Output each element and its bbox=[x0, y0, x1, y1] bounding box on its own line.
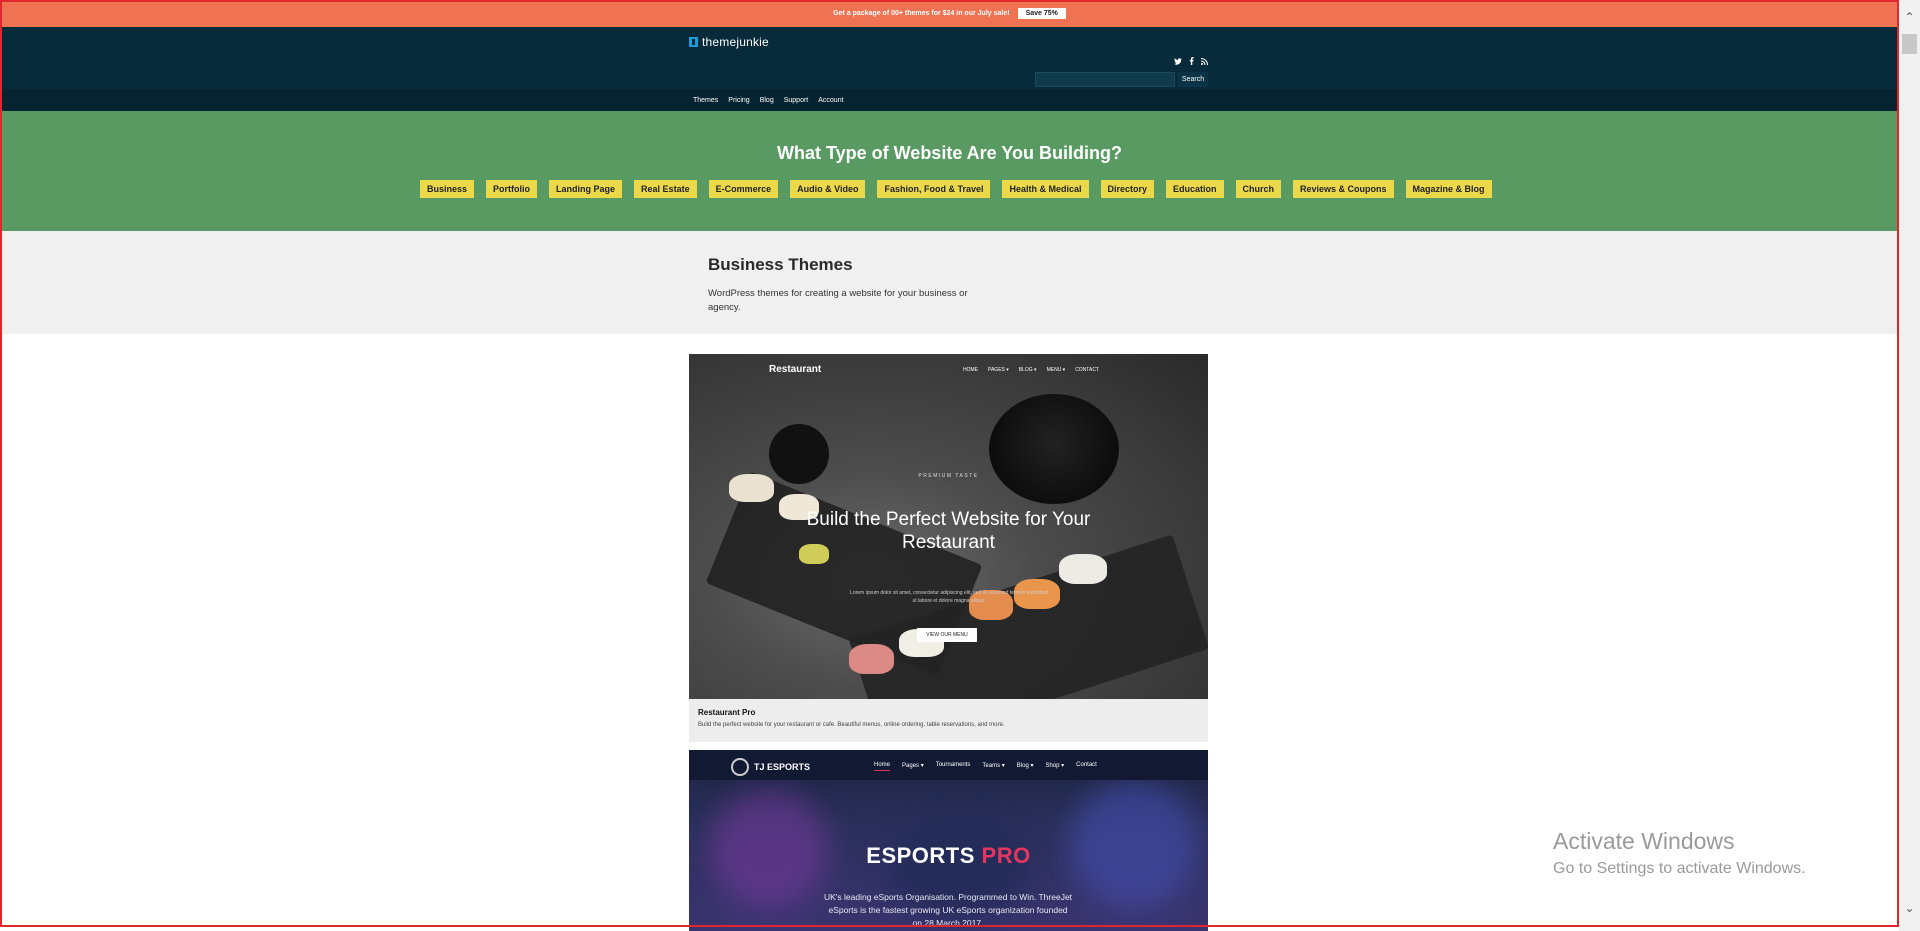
scroll-up-icon[interactable]: ⌃ bbox=[1902, 10, 1917, 25]
theme-preview-image[interactable]: Restaurant HOME PAGES ▾ BLOG ▾ MENU ▾ CO… bbox=[689, 354, 1208, 699]
category-audio-video[interactable]: Audio & Video bbox=[790, 180, 866, 198]
preview-tagline: PREMIUM TASTE bbox=[918, 473, 979, 479]
theme-description: Build the perfect website for your resta… bbox=[698, 722, 1005, 728]
preview-body: UK's leading eSports Organisation. Progr… bbox=[823, 892, 1073, 928]
preview-menu-item: PAGES ▾ bbox=[988, 367, 1009, 373]
preview-menu-item: CONTACT bbox=[1075, 367, 1099, 373]
preview-menu-item: Contact bbox=[1076, 762, 1097, 768]
twitter-icon[interactable] bbox=[1174, 57, 1182, 65]
category-e-commerce[interactable]: E-Commerce bbox=[708, 180, 779, 198]
preview-menu-item: Home bbox=[874, 762, 891, 771]
category-real-estate[interactable]: Real Estate bbox=[634, 180, 697, 198]
site-header: themejunkie Search bbox=[0, 27, 1899, 89]
preview-headline: ESPORTS PRO bbox=[866, 843, 1031, 868]
esports-logo-icon bbox=[731, 758, 749, 776]
nav-item-account[interactable]: Account bbox=[818, 97, 843, 104]
preview-button: VIEW OUR MENU bbox=[917, 628, 977, 642]
preview-logo: Restaurant bbox=[769, 364, 822, 375]
nav-item-themes[interactable]: Themes bbox=[693, 97, 718, 104]
category-magazine-blog[interactable]: Magazine & Blog bbox=[1405, 180, 1492, 198]
windows-activation-subtitle: Go to Settings to activate Windows. bbox=[1553, 860, 1806, 877]
preview-body: Lorem ipsum dolor sit amet, consectetur … bbox=[850, 590, 1048, 604]
logo-mark-icon bbox=[689, 37, 698, 47]
category-church[interactable]: Church bbox=[1235, 180, 1282, 198]
promo-button[interactable]: Save 75% bbox=[1017, 8, 1066, 19]
rss-icon[interactable] bbox=[1200, 57, 1208, 65]
browser-viewport: Get a package of 00+ themes for $24 in o… bbox=[0, 0, 1920, 931]
category-list: Business Portfolio Landing Page Real Est… bbox=[420, 180, 1492, 198]
category-education[interactable]: Education bbox=[1166, 180, 1224, 198]
preview-menu-item: Blog ▾ bbox=[1016, 763, 1034, 769]
category-reviews-coupons[interactable]: Reviews & Coupons bbox=[1293, 180, 1394, 198]
nav-item-support[interactable]: Support bbox=[784, 97, 809, 104]
preview-topbar: TJ ESPORTS Home Pages ▾ Tournaments Team… bbox=[689, 750, 1208, 780]
preview-menu-item: HOME bbox=[963, 367, 978, 373]
preview-topbar: Restaurant HOME PAGES ▾ BLOG ▾ MENU ▾ CO… bbox=[689, 354, 1208, 384]
category-landing-page[interactable]: Landing Page bbox=[549, 180, 623, 198]
preview-menu: HOME PAGES ▾ BLOG ▾ MENU ▾ CONTACT bbox=[963, 367, 1099, 373]
preview-menu-item: Shop ▾ bbox=[1045, 763, 1065, 769]
category-hero: What Type of Website Are You Building? B… bbox=[0, 111, 1899, 231]
facebook-icon[interactable] bbox=[1187, 57, 1195, 65]
main-nav: Themes Pricing Blog Support Account bbox=[0, 89, 1899, 111]
site-logo[interactable]: themejunkie bbox=[689, 35, 769, 49]
category-fashion-food-travel[interactable]: Fashion, Food & Travel bbox=[877, 180, 991, 198]
windows-activation-title: Activate Windows bbox=[1553, 828, 1735, 854]
preview-headline: Build the Perfect Website for Your Resta… bbox=[806, 509, 1091, 553]
nav-item-pricing[interactable]: Pricing bbox=[728, 97, 749, 104]
preview-menu-item: Teams ▾ bbox=[982, 763, 1005, 769]
category-directory[interactable]: Directory bbox=[1100, 180, 1155, 198]
hero-title: What Type of Website Are You Building? bbox=[776, 143, 1122, 163]
search-button[interactable]: Search bbox=[1178, 72, 1208, 87]
preview-menu-item: Pages ▾ bbox=[902, 763, 924, 769]
preview-menu: Home Pages ▾ Tournaments Teams ▾ Blog ▾ … bbox=[874, 762, 1097, 771]
vertical-scrollbar[interactable]: ⌃ ⌄ bbox=[1899, 0, 1920, 931]
category-business[interactable]: Business bbox=[420, 180, 475, 198]
theme-card-restaurant-pro[interactable]: Restaurant HOME PAGES ▾ BLOG ▾ MENU ▾ CO… bbox=[689, 354, 1208, 742]
theme-card-esports-pro[interactable]: TJ ESPORTS Home Pages ▾ Tournaments Team… bbox=[689, 750, 1208, 931]
category-portfolio[interactable]: Portfolio bbox=[486, 180, 538, 198]
promo-bar: Get a package of 00+ themes for $24 in o… bbox=[0, 0, 1899, 27]
social-links bbox=[1174, 57, 1208, 65]
promo-text: Get a package of 00+ themes for $24 in o… bbox=[833, 10, 1010, 17]
theme-title[interactable]: Restaurant Pro bbox=[698, 708, 755, 717]
search-input[interactable] bbox=[1035, 72, 1175, 87]
theme-preview-image[interactable]: TJ ESPORTS Home Pages ▾ Tournaments Team… bbox=[689, 750, 1208, 931]
section-title: Business Themes bbox=[708, 255, 853, 274]
preview-logo: TJ ESPORTS bbox=[731, 758, 810, 776]
logo-text: themejunkie bbox=[702, 35, 769, 49]
preview-menu-item: MENU ▾ bbox=[1046, 367, 1066, 373]
scroll-down-icon[interactable]: ⌄ bbox=[1902, 901, 1917, 916]
scrollbar-thumb[interactable] bbox=[1902, 34, 1917, 54]
category-health-medical[interactable]: Health & Medical bbox=[1002, 180, 1089, 198]
section-intro: Business Themes WordPress themes for cre… bbox=[0, 231, 1899, 334]
section-description: WordPress themes for creating a website … bbox=[708, 288, 968, 313]
preview-menu-item: BLOG ▾ bbox=[1018, 367, 1037, 373]
nav-item-blog[interactable]: Blog bbox=[760, 97, 774, 104]
theme-meta: Restaurant Pro Build the perfect website… bbox=[689, 699, 1208, 742]
preview-menu-item: Tournaments bbox=[935, 762, 971, 768]
